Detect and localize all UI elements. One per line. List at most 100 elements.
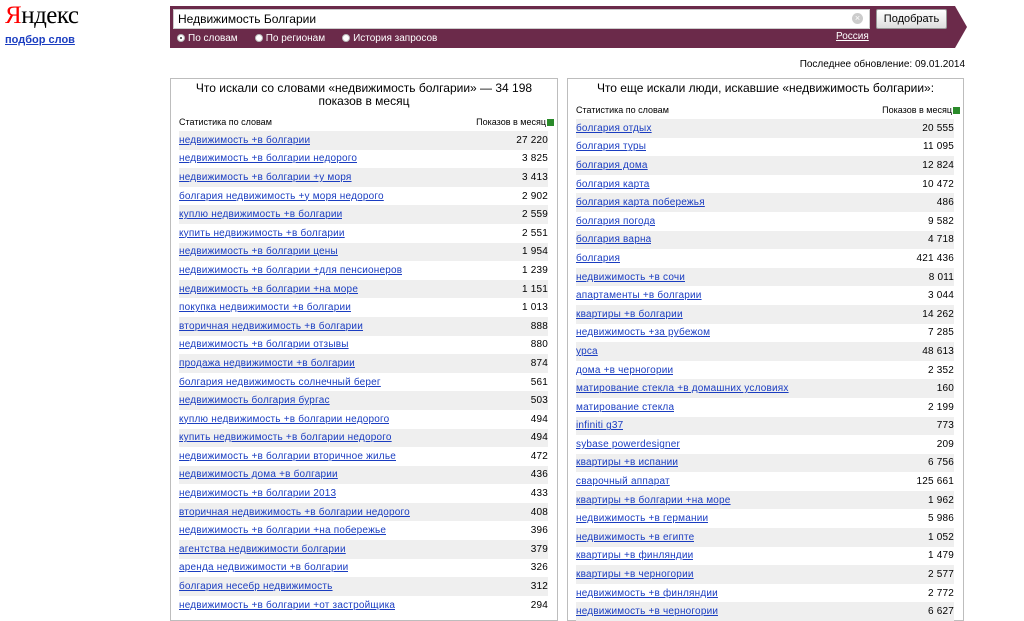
impressions-count: 888 — [530, 320, 548, 332]
keyword-link[interactable]: недвижимость +в болгарии +от застройщика — [179, 600, 395, 611]
search-input-value: Недвижимость Болгарии — [178, 12, 317, 26]
keyword-link[interactable]: вторичная недвижимость +в болгарии недор… — [179, 507, 410, 518]
impressions-count: 2 577 — [927, 569, 954, 581]
impressions-count: 436 — [530, 469, 548, 481]
keyword-link[interactable]: недвижимость +за рубежом — [576, 327, 710, 338]
keyword-link[interactable]: куплю недвижимость +в болгарии — [179, 209, 342, 220]
impressions-count: 2 902 — [521, 190, 548, 202]
keyword-link[interactable]: недвижимость +в сочи — [576, 272, 685, 283]
keyword-link[interactable]: недвижимость +в черногории — [576, 606, 718, 617]
keyword-link[interactable]: покупка недвижимости +в болгарии — [179, 302, 351, 313]
table-header: Статистика по словам Показов в месяц — [171, 117, 557, 131]
keyword-link[interactable]: недвижимость +в болгарии +на море — [179, 284, 358, 295]
keyword-link[interactable]: недвижимость +в болгарии цены — [179, 246, 338, 257]
keyword-link[interactable]: недвижимость +в болгарии 2013 — [179, 488, 336, 499]
region-link[interactable]: Россия — [836, 31, 869, 42]
keyword-link[interactable]: недвижимость +в болгарии +на побережье — [179, 525, 386, 536]
impressions-count: 773 — [936, 420, 954, 432]
keyword-link[interactable]: недвижимость болгария бургас — [179, 395, 330, 406]
keyword-link[interactable]: апартаменты +в болгарии — [576, 290, 702, 301]
mode-by-words[interactable]: По словам — [177, 33, 238, 44]
keyword-link[interactable]: матирование стекла +в домашних условиях — [576, 383, 789, 394]
radio-selected-icon[interactable] — [177, 34, 185, 42]
keyword-link[interactable]: купить недвижимость +в болгарии — [179, 228, 345, 239]
keyword-link[interactable]: агентства недвижимости болгарии — [179, 544, 346, 555]
keyword-link[interactable]: sybase powerdesigner — [576, 439, 680, 450]
radio-icon[interactable] — [254, 34, 263, 42]
table-row: недвижимость +в болгарии +для пенсионеро… — [179, 261, 548, 280]
impressions-count: 160 — [936, 383, 954, 395]
keyword-link[interactable]: infiniti g37 — [576, 420, 623, 431]
keyword-link[interactable]: куплю недвижимость +в болгарии недорого — [179, 414, 389, 425]
keyword-link[interactable]: болгария карта — [576, 179, 650, 190]
table-row: болгария туры 11 095 — [576, 138, 954, 157]
keyword-link[interactable]: квартиры +в болгарии — [576, 309, 683, 320]
keyword-link[interactable]: продажа недвижимости +в болгарии — [179, 358, 355, 369]
keyword-link[interactable]: болгария карта побережья — [576, 197, 705, 208]
keyword-link[interactable]: недвижимость +в болгарии вторичное жилье — [179, 451, 396, 462]
keyword-link[interactable]: недвижимость +в германии — [576, 513, 708, 524]
keyword-link[interactable]: болгария дома — [576, 160, 648, 171]
keyword-link[interactable]: болгария варна — [576, 234, 651, 245]
related-panel: Что еще искали люди, искавшие «недвижимо… — [567, 78, 964, 621]
impressions-count: 494 — [530, 432, 548, 444]
clear-icon[interactable]: × — [852, 13, 863, 24]
keyword-link[interactable]: недвижимость +в болгарии отзывы — [179, 339, 349, 350]
table-row: продажа недвижимости +в болгарии 874 — [179, 354, 548, 373]
keyword-link[interactable]: болгария отдых — [576, 123, 652, 134]
table-row: недвижимость +в германии 5 986 — [576, 509, 954, 528]
keyword-link[interactable]: болгария несебр недвижимость — [179, 581, 333, 592]
table-row: недвижимость +за рубежом 7 285 — [576, 324, 954, 343]
impressions-count: 326 — [530, 562, 548, 574]
keyword-link[interactable]: квартиры +в испании — [576, 457, 678, 468]
excel-icon[interactable] — [953, 107, 960, 114]
excel-icon[interactable] — [547, 119, 554, 126]
keyword-link[interactable]: вторичная недвижимость +в болгарии — [179, 321, 363, 332]
submit-button[interactable]: Подобрать — [876, 9, 947, 29]
keyword-link[interactable]: дома +в черногории — [576, 365, 673, 376]
keyword-link[interactable]: матирование стекла — [576, 402, 674, 413]
wordstat-link[interactable]: подбор слов — [5, 34, 75, 46]
keyword-link[interactable]: болгария туры — [576, 141, 646, 152]
keyword-link[interactable]: болгария недвижимость солнечный берег — [179, 377, 381, 388]
mode-by-regions[interactable]: По регионам — [254, 33, 325, 44]
table-row: недвижимость +в сочи 8 011 — [576, 267, 954, 287]
keyword-link[interactable]: недвижимость +в болгарии недорого — [179, 153, 357, 164]
table-row: infiniti g37 773 — [576, 416, 954, 436]
impressions-count: 3 825 — [521, 153, 548, 165]
impressions-count: 2 199 — [927, 401, 954, 413]
keyword-link[interactable]: сварочный аппарат — [576, 476, 670, 487]
table-row: sybase powerdesigner 209 — [576, 435, 954, 454]
keyword-link[interactable]: недвижимость +в финляндии — [576, 588, 718, 599]
keyword-link[interactable]: недвижимость дома +в болгарии — [179, 469, 338, 480]
keyword-link[interactable]: аренда недвижимости +в болгарии — [179, 562, 348, 573]
mode-history[interactable]: История запросов — [342, 33, 437, 44]
impressions-count: 1 954 — [521, 246, 548, 258]
keyword-link[interactable]: квартиры +в черногории — [576, 569, 694, 580]
table-row: недвижимость болгария бургас 503 — [179, 391, 548, 410]
keyword-link[interactable]: недвижимость +в болгарии — [179, 135, 310, 146]
last-update: Последнее обновление: 09.01.2014 — [799, 59, 965, 70]
impressions-count: 3 044 — [927, 290, 954, 302]
impressions-count: 209 — [936, 438, 954, 450]
keyword-link[interactable]: квартиры +в болгарии +на море — [576, 495, 731, 506]
table-row: недвижимость +в болгарии 27 220 — [179, 131, 548, 150]
keyword-link[interactable]: квартиры +в финляндии — [576, 550, 693, 561]
keyword-link[interactable]: недвижимость +в египте — [576, 532, 694, 543]
keyword-link[interactable]: болгария погода — [576, 216, 655, 227]
table-row: недвижимость +в болгарии +у моря 3 413 — [179, 168, 548, 187]
radio-icon[interactable] — [342, 34, 351, 42]
impressions-count: 10 472 — [922, 178, 954, 190]
keyword-link[interactable]: недвижимость +в болгарии +для пенсионеро… — [179, 265, 402, 276]
yandex-logo[interactable]: Яндекс — [5, 2, 79, 30]
keyword-link[interactable]: урса — [576, 346, 598, 357]
impressions-count: 125 661 — [916, 476, 954, 488]
keyword-link[interactable]: болгария — [576, 253, 620, 264]
keyword-link[interactable]: купить недвижимость +в болгарии недорого — [179, 432, 392, 443]
words-table: недвижимость +в болгарии 27 220 недвижимос… — [171, 131, 557, 614]
impressions-count: 1 052 — [927, 531, 954, 543]
table-row: апартаменты +в болгарии 3 044 — [576, 286, 954, 305]
search-input[interactable]: Недвижимость Болгарии × — [173, 9, 870, 29]
keyword-link[interactable]: недвижимость +в болгарии +у моря — [179, 172, 352, 183]
keyword-link[interactable]: болгария недвижимость +у моря недорого — [179, 191, 384, 202]
